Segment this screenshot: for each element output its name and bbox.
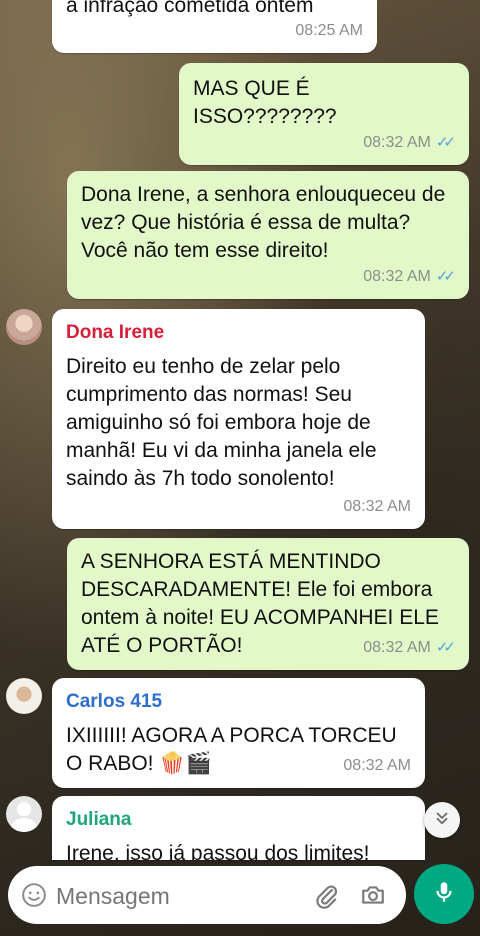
message-timestamp: 08:32 AM ✓✓ xyxy=(363,634,456,662)
scroll-to-bottom-button[interactable] xyxy=(424,802,460,838)
chevron-double-down-icon xyxy=(433,809,451,832)
message-text: Irene, isso já passou dos limites! xyxy=(66,842,370,860)
message-text: MAS QUE É ISSO???????? xyxy=(193,77,337,128)
message-bubble-incoming[interactable]: Juliana Irene, isso já passou dos limite… xyxy=(52,796,425,860)
message-input[interactable] xyxy=(54,878,298,914)
read-receipt-icon: ✓✓ xyxy=(435,268,456,285)
read-receipt-icon: ✓✓ xyxy=(435,639,456,656)
message-timestamp: 08:32 AM ✓✓ xyxy=(363,129,456,157)
message-bubble-outgoing[interactable]: Dona Irene, a senhora enlouqueceu de vez… xyxy=(67,171,469,299)
message-text: Direito eu tenho de zelar pelo cumprimen… xyxy=(66,355,377,490)
avatar-dona-irene[interactable] xyxy=(6,309,42,345)
message-timestamp: 08:32 AM xyxy=(343,757,411,774)
message-timestamp: 08:32 AM ✓✓ xyxy=(363,263,456,291)
message-bubble-incoming[interactable]: Dona Irene Direito eu tenho de zelar pel… xyxy=(52,309,425,529)
message-timestamp: 08:25 AM xyxy=(295,22,363,39)
message-composer xyxy=(8,866,406,924)
message-timestamp: 08:32 AM xyxy=(343,498,411,515)
message-bubble-incoming[interactable]: a infração cometida ontem 08:25 AM xyxy=(52,0,377,53)
message-bubble-outgoing[interactable]: A SENHORA ESTÁ MENTINDO DESCARADAMENTE! … xyxy=(67,538,469,670)
sender-name[interactable]: Juliana xyxy=(66,806,411,834)
avatar-carlos-415[interactable] xyxy=(6,678,42,714)
sender-name[interactable]: Carlos 415 xyxy=(66,688,411,716)
message-bubble-incoming[interactable]: Carlos 415 IXIIIIII! AGORA A PORCA TORCE… xyxy=(52,678,425,788)
message-text: Dona Irene, a senhora enlouqueceu de vez… xyxy=(81,183,446,262)
read-receipt-icon: ✓✓ xyxy=(435,134,456,151)
mic-icon xyxy=(431,879,457,910)
camera-icon[interactable] xyxy=(358,880,388,910)
emoji-icon[interactable] xyxy=(20,881,48,909)
sender-name[interactable]: Dona Irene xyxy=(66,319,411,347)
message-bubble-outgoing[interactable]: MAS QUE É ISSO???????? 08:32 AM ✓✓ xyxy=(179,63,469,165)
avatar-juliana[interactable] xyxy=(6,796,42,832)
attach-icon[interactable] xyxy=(312,881,342,911)
voice-message-button[interactable] xyxy=(414,864,474,924)
